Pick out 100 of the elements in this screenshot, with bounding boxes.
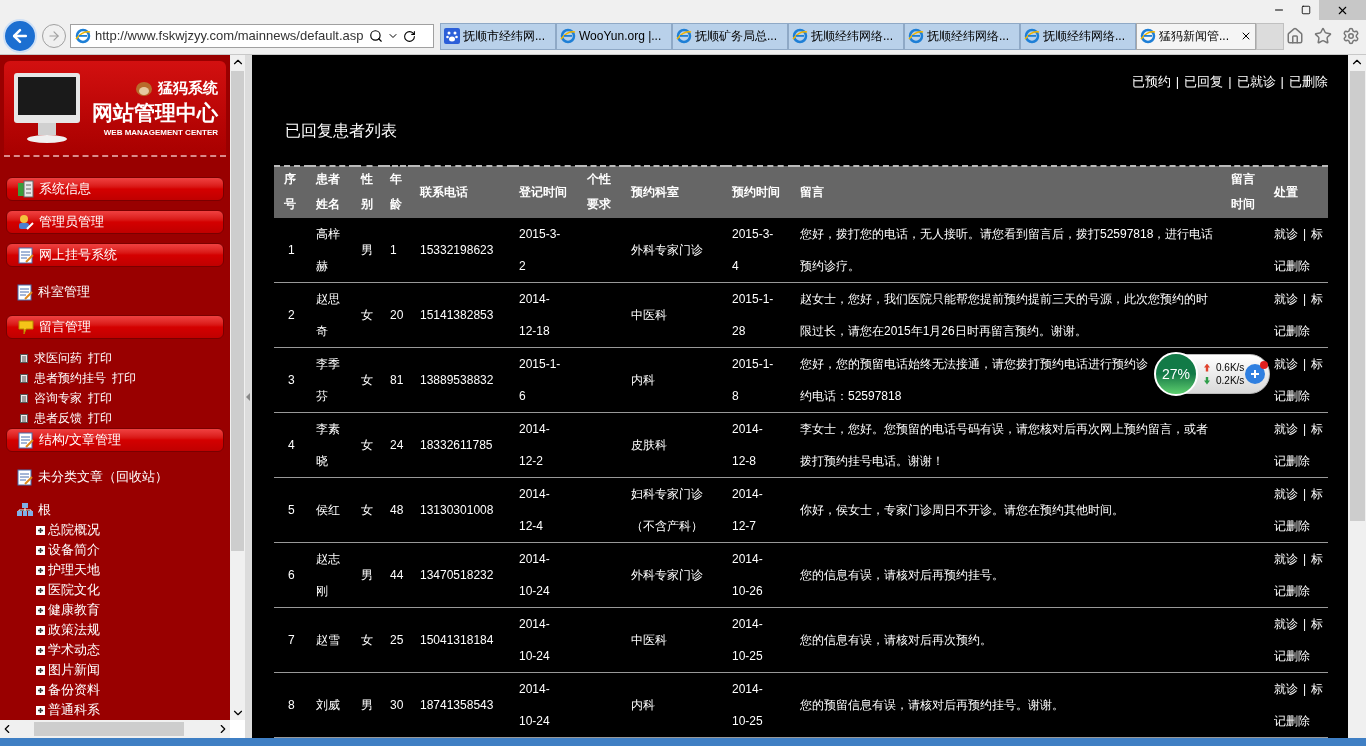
menu-link[interactable]: 求医问药 (34, 349, 82, 367)
table-cell: 81 (384, 347, 414, 412)
menu-link[interactable]: 患者反馈 (34, 409, 82, 427)
expand-icon[interactable] (36, 625, 45, 635)
menu-item[interactable]: 未分类文章（回收站） (16, 466, 230, 488)
vertical-scrollbar[interactable] (230, 55, 245, 720)
table-cell: 2014-12-4 (513, 477, 581, 542)
collapse-arrow-icon[interactable] (246, 392, 251, 401)
column-header: 登记时间 (513, 165, 581, 218)
speech-bubble-icon (17, 318, 35, 336)
column-header: 处置 (1268, 165, 1328, 218)
print-link[interactable]: 打印 (88, 409, 112, 427)
menu-section-header[interactable]: 管理员管理 (6, 210, 224, 234)
action-links[interactable]: 就诊 | 标记删除 (1268, 412, 1328, 477)
table-cell: 男 (355, 217, 384, 282)
browser-tab[interactable]: 抚顺市经纬网... (440, 22, 556, 50)
menu-link[interactable]: 患者预约挂号 (34, 369, 106, 387)
action-links[interactable]: 就诊 | 标记删除 (1268, 542, 1328, 607)
menu-section-header[interactable]: 系统信息 (6, 177, 224, 201)
menu-section-header[interactable]: 留言管理 (6, 315, 224, 339)
expand-icon[interactable] (36, 645, 45, 655)
tree-node[interactable]: 备份资料 (48, 680, 100, 700)
action-links[interactable]: 就诊 | 标记删除 (1268, 477, 1328, 542)
back-button[interactable] (3, 19, 37, 53)
browser-tab[interactable]: 抚顺矿务局总... (672, 22, 788, 50)
table-cell: 20 (384, 282, 414, 347)
network-monitor-widget[interactable]: 27% 0.6K/s 0.2K/s (1155, 354, 1270, 394)
table-cell: 8 (274, 672, 310, 737)
browser-tab[interactable]: 抚顺经纬网络... (904, 22, 1020, 50)
tree-node[interactable]: 普通科系 (48, 700, 100, 720)
table-cell: 2014-12-7 (726, 477, 794, 542)
tree-node[interactable]: 设备简介 (48, 540, 100, 560)
tree-node[interactable]: 护理天地 (48, 560, 100, 580)
table-cell: 女 (355, 412, 384, 477)
tree-node[interactable]: 政策法规 (48, 620, 100, 640)
favorites-icon[interactable] (1314, 27, 1332, 45)
table-cell: 1 (384, 217, 414, 282)
table-cell: 4 (274, 412, 310, 477)
table-cell: 您的预留信息有误，请核对后再预约挂号。谢谢。 (794, 672, 1225, 737)
notepad-icon (17, 431, 35, 449)
table-cell: 18741358543 (414, 672, 513, 737)
table-cell: 妇科专家门诊（不含产科） (625, 477, 726, 542)
expand-icon[interactable] (36, 605, 45, 615)
filter-link[interactable]: 已就诊 (1236, 72, 1276, 92)
tree-node[interactable]: 健康教育 (48, 600, 100, 620)
sitemap-icon (16, 502, 34, 518)
expand-icon[interactable] (36, 685, 45, 695)
menu-link[interactable]: 咨询专家 (34, 389, 82, 407)
table-cell: 2015-1-28 (726, 282, 794, 347)
print-link[interactable]: 打印 (112, 369, 136, 387)
tree-node[interactable]: 图片新闻 (48, 660, 100, 680)
expand-icon[interactable] (36, 525, 45, 535)
expand-icon[interactable] (36, 545, 45, 555)
action-links[interactable]: 就诊 | 标记删除 (1268, 282, 1328, 347)
column-header: 序号 (274, 165, 310, 218)
home-icon[interactable] (1286, 27, 1304, 45)
expand-icon[interactable] (36, 565, 45, 575)
table-cell: 2015-1-6 (513, 347, 581, 412)
close-tab-icon[interactable] (1240, 30, 1252, 42)
address-bar[interactable]: http://www.fskwjzyy.com/mainnews/default.asp (70, 24, 434, 48)
table-cell: 13889538832 (414, 347, 513, 412)
table-cell: 2 (274, 282, 310, 347)
search-icon[interactable] (369, 29, 383, 43)
table-cell: 赵雪 (310, 607, 355, 672)
close-button[interactable] (1319, 0, 1366, 20)
list-bullet-icon (20, 413, 28, 423)
add-button[interactable] (1245, 364, 1265, 384)
browser-tab[interactable]: 抚顺经纬网络... (1020, 22, 1136, 50)
mascot-icon (134, 79, 154, 97)
action-links[interactable]: 就诊 | 标记删除 (1268, 607, 1328, 672)
print-link[interactable]: 打印 (88, 349, 112, 367)
tree-node[interactable]: 医院文化 (48, 580, 100, 600)
settings-icon[interactable] (1342, 27, 1360, 45)
table-cell: 您的信息有误，请核对后再预约挂号。 (794, 542, 1225, 607)
tree-node[interactable]: 学术动态 (48, 640, 100, 660)
tree-node[interactable]: 根 (38, 500, 51, 520)
menu-section-header[interactable]: 网上挂号系统 (6, 243, 224, 267)
menu-section-header[interactable]: 结构/文章管理 (6, 428, 224, 452)
table-cell: 2014-10-26 (726, 542, 794, 607)
table-cell: 男 (355, 542, 384, 607)
user-edit-icon (17, 213, 35, 231)
filter-link[interactable]: 已删除 (1289, 72, 1328, 92)
browser-tab[interactable]: 抚顺经纬网络... (788, 22, 904, 50)
action-links[interactable]: 就诊 | 标记删除 (1268, 217, 1328, 282)
filter-link[interactable]: 已回复 (1184, 72, 1224, 92)
vertical-scrollbar[interactable] (1348, 55, 1366, 738)
browser-tab[interactable]: 猛犸新闻管... (1136, 22, 1256, 50)
table-cell: 外科专家门诊 (625, 542, 726, 607)
expand-icon[interactable] (36, 665, 45, 675)
column-header: 留言 (794, 165, 1225, 218)
filter-link[interactable]: 已预约 (1131, 72, 1171, 92)
refresh-icon[interactable] (403, 29, 416, 43)
menu-item[interactable]: 科室管理 (16, 281, 230, 303)
browser-tab[interactable]: WooYun.org |... (556, 22, 672, 50)
print-link[interactable]: 打印 (88, 389, 112, 407)
expand-icon[interactable] (36, 705, 45, 715)
horizontal-scrollbar[interactable] (0, 720, 230, 738)
tree-node[interactable]: 总院概况 (48, 520, 100, 540)
action-links[interactable]: 就诊 | 标记删除 (1268, 672, 1328, 737)
expand-icon[interactable] (36, 585, 45, 595)
